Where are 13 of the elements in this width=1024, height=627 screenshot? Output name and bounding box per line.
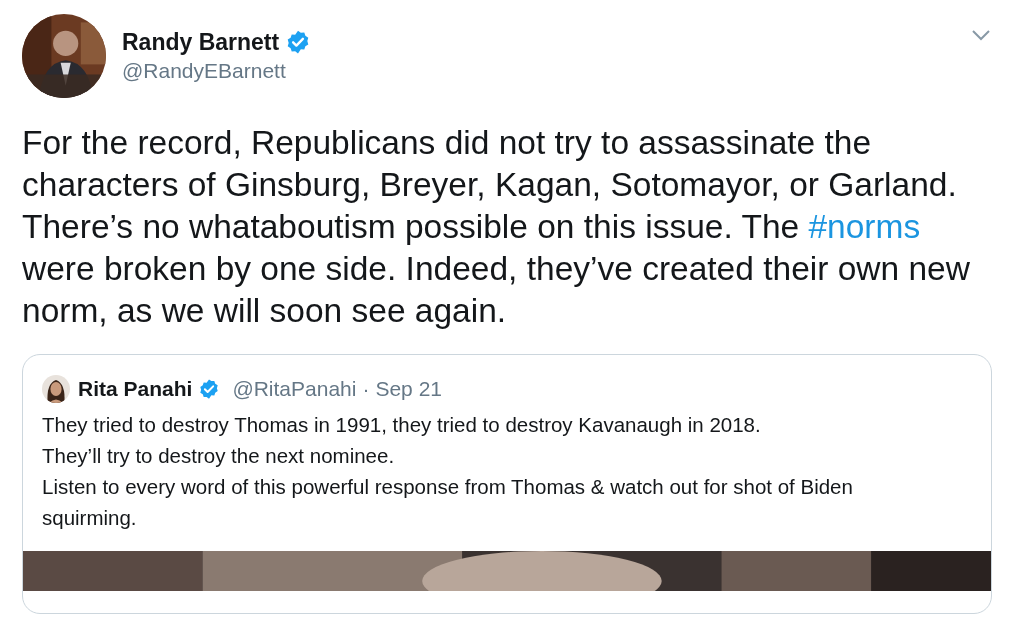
- tweet-text: For the record, Republicans did not try to assassinate the characters of Ginsburg, Breyer, Kagan, Sotomayor, or Garland. There’s no whataboutism possible on this issue. The #norms were broken by one side. Indeed, they’ve created their own new norm, as we will soon see again.: [22, 123, 971, 331]
- chevron-down-icon[interactable]: [972, 30, 990, 41]
- quoted-text-line: They tried to destroy Thomas in 1991, they tried to destroy Kavanaugh in 2018.: [42, 412, 762, 438]
- author-handle[interactable]: @RandyEBarnett: [122, 57, 312, 85]
- quoted-author-name: Rita Panahi: [78, 376, 193, 402]
- separator-dot: ·: [362, 376, 370, 402]
- author-name[interactable]: Randy Barnett: [122, 27, 280, 57]
- quoted-text-line: They’ll try to destroy the next nominee.: [42, 443, 396, 469]
- quoted-text-line: Listen to every word of this powerful response from Thomas & watch out for shot of Biden squirming.: [42, 474, 854, 531]
- quoted-date: Sep 21: [375, 376, 442, 402]
- quoted-tweet-card[interactable]: [22, 354, 992, 614]
- hashtag-link[interactable]: #norms: [808, 208, 921, 245]
- quoted-author-handle: @RitaPanahi: [232, 376, 357, 402]
